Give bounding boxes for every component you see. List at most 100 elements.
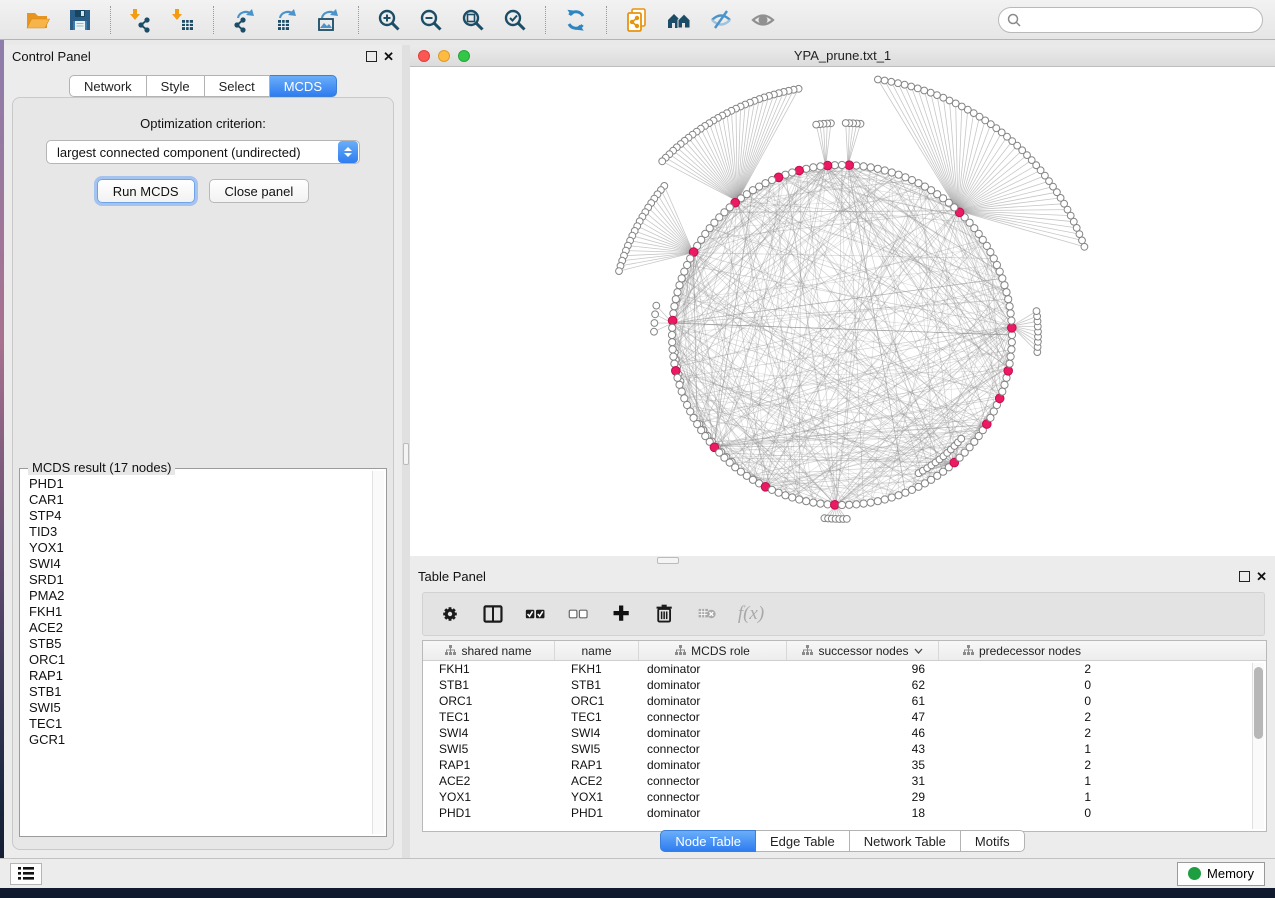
scrollbar-thumb[interactable] — [1254, 667, 1263, 739]
hide-glyph-button[interactable] — [705, 5, 737, 35]
export-table-button[interactable] — [270, 5, 302, 35]
cell: 2 — [939, 661, 1105, 677]
table-row[interactable]: ACE2ACE2connector311 — [423, 773, 1252, 789]
tab-mcds[interactable]: MCDS — [270, 75, 337, 97]
right-column: YPA_prune.txt_1 Table Panel ✕ f(x) share… — [410, 45, 1275, 858]
column-header-name[interactable]: name — [555, 641, 639, 660]
tab-motifs[interactable]: Motifs — [961, 830, 1025, 852]
minimize-window-icon[interactable] — [438, 50, 450, 62]
function-builder-button: f(x) — [738, 601, 764, 627]
zoom-out-button[interactable] — [415, 5, 447, 35]
float-panel-icon[interactable] — [366, 51, 377, 62]
export-image-button[interactable] — [312, 5, 344, 35]
import-table-button[interactable] — [167, 5, 199, 35]
tab-network[interactable]: Network — [69, 75, 147, 97]
maximize-window-icon[interactable] — [458, 50, 470, 62]
table-row[interactable]: TEC1TEC1connector472 — [423, 709, 1252, 725]
import-network-button[interactable] — [125, 5, 157, 35]
tab-network-table[interactable]: Network Table — [850, 830, 961, 852]
cell: 62 — [787, 677, 939, 693]
toolbar-separator — [358, 6, 359, 34]
run-mcds-button[interactable]: Run MCDS — [97, 179, 195, 203]
table-row[interactable]: ORC1ORC1dominator610 — [423, 693, 1252, 709]
add-column-button[interactable] — [609, 601, 635, 627]
toolbar-separator — [213, 6, 214, 34]
result-node-item[interactable]: ACE2 — [29, 620, 364, 636]
cell: RAP1 — [423, 757, 555, 773]
result-node-item[interactable]: SWI5 — [29, 700, 364, 716]
table-row[interactable]: RAP1RAP1dominator352 — [423, 757, 1252, 773]
result-node-item[interactable]: ORC1 — [29, 652, 364, 668]
cell: TEC1 — [555, 709, 639, 725]
unselect-all-button[interactable] — [566, 601, 592, 627]
cell: ACE2 — [423, 773, 555, 789]
cell: 2 — [939, 709, 1105, 725]
float-panel-icon[interactable] — [1239, 571, 1250, 582]
result-node-item[interactable]: STB5 — [29, 636, 364, 652]
tab-select[interactable]: Select — [205, 75, 270, 97]
result-node-item[interactable]: FKH1 — [29, 604, 364, 620]
settings-gear-button[interactable] — [437, 601, 463, 627]
result-node-item[interactable]: TID3 — [29, 524, 364, 540]
memory-button[interactable]: Memory — [1177, 862, 1265, 886]
refresh-layout-button[interactable] — [560, 5, 592, 35]
horizontal-splitter[interactable] — [410, 556, 1275, 565]
result-node-item[interactable]: PMA2 — [29, 588, 364, 604]
close-panel-button[interactable]: Close panel — [209, 179, 310, 203]
search-input[interactable] — [1026, 12, 1254, 27]
column-header-successor-nodes[interactable]: successor nodes — [787, 641, 939, 660]
table-row[interactable]: STB1STB1dominator620 — [423, 677, 1252, 693]
splitter-grip-icon[interactable] — [403, 443, 409, 465]
result-scrollbar[interactable] — [372, 471, 384, 834]
open-file-button[interactable] — [22, 5, 54, 35]
result-node-item[interactable]: STP4 — [29, 508, 364, 524]
choose-columns-button[interactable] — [480, 601, 506, 627]
result-node-item[interactable]: PHD1 — [29, 476, 364, 492]
table-row[interactable]: SWI5SWI5connector431 — [423, 741, 1252, 757]
node-table: shared namenameMCDS rolesuccessor nodesp… — [422, 640, 1267, 832]
cell: 35 — [787, 757, 939, 773]
network-canvas[interactable] — [410, 67, 1275, 556]
network-overview-button[interactable] — [663, 5, 695, 35]
export-network-button[interactable] — [228, 5, 260, 35]
vertical-splitter[interactable] — [402, 45, 410, 858]
panel-menu-button[interactable] — [10, 863, 42, 885]
column-header-predecessor-nodes[interactable]: predecessor nodes — [939, 641, 1105, 660]
delete-column-button[interactable] — [652, 601, 678, 627]
zoom-fit-button[interactable] — [457, 5, 489, 35]
criterion-select[interactable]: largest connected component (undirected) — [46, 140, 360, 164]
result-node-item[interactable]: SRD1 — [29, 572, 364, 588]
tab-node-table[interactable]: Node Table — [660, 830, 756, 852]
save-session-button[interactable] — [64, 5, 96, 35]
column-header-shared-name[interactable]: shared name — [423, 641, 555, 660]
table-row[interactable]: PHD1PHD1dominator180 — [423, 805, 1252, 821]
close-panel-icon[interactable]: ✕ — [383, 51, 394, 62]
result-node-item[interactable]: STB1 — [29, 684, 364, 700]
result-node-item[interactable]: GCR1 — [29, 732, 364, 748]
result-node-item[interactable]: RAP1 — [29, 668, 364, 684]
cell: dominator — [639, 805, 787, 821]
splitter-grip-icon[interactable] — [657, 557, 679, 564]
close-panel-icon[interactable]: ✕ — [1256, 571, 1267, 582]
tab-edge-table[interactable]: Edge Table — [756, 830, 850, 852]
result-node-item[interactable]: SWI4 — [29, 556, 364, 572]
toolbar-separator — [545, 6, 546, 34]
result-node-item[interactable]: CAR1 — [29, 492, 364, 508]
cell — [1105, 805, 1252, 821]
result-node-item[interactable]: YOX1 — [29, 540, 364, 556]
mcds-files-button[interactable] — [621, 5, 653, 35]
search-box[interactable] — [998, 7, 1263, 33]
close-window-icon[interactable] — [418, 50, 430, 62]
select-all-button[interactable] — [523, 601, 549, 627]
table-row[interactable]: SWI4SWI4dominator462 — [423, 725, 1252, 741]
column-header-MCDS-role[interactable]: MCDS role — [639, 641, 787, 660]
result-node-item[interactable]: TEC1 — [29, 716, 364, 732]
table-scrollbar[interactable] — [1252, 663, 1264, 829]
show-glyph-button[interactable] — [747, 5, 779, 35]
tab-style[interactable]: Style — [147, 75, 205, 97]
zoom-in-button[interactable] — [373, 5, 405, 35]
table-row[interactable]: FKH1FKH1dominator962 — [423, 661, 1252, 677]
table-row[interactable]: YOX1YOX1connector291 — [423, 789, 1252, 805]
cell: connector — [639, 773, 787, 789]
zoom-selected-button[interactable] — [499, 5, 531, 35]
